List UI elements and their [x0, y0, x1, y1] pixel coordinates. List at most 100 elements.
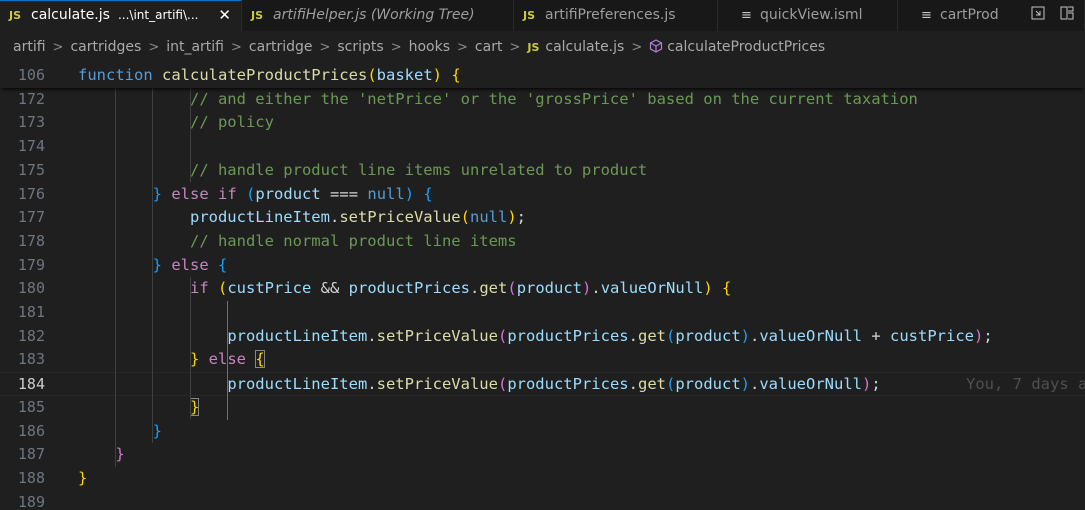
line-number: 173	[17, 113, 45, 132]
method-cube-icon	[649, 39, 663, 55]
code-line[interactable]: 180 if (custPrice && productPrices.get(p…	[0, 277, 1085, 301]
code-editor[interactable]: 106 function calculateProductPrices(baske…	[0, 64, 1085, 510]
breadcrumb-item[interactable]: cartridge	[249, 39, 313, 55]
code-line[interactable]: 183 } else {	[0, 348, 1085, 372]
split-editor-icon[interactable]	[1057, 5, 1077, 25]
variable-token: productLineItem	[189, 208, 330, 227]
bracket-token: (	[460, 208, 470, 227]
close-icon[interactable]: ✕	[218, 1, 231, 30]
indent-guide	[189, 87, 191, 183]
code-text: ===	[320, 184, 368, 203]
chevron-right-icon: >	[390, 40, 402, 55]
code-content: // policy	[78, 111, 274, 135]
code-line[interactable]: 189	[0, 491, 1085, 510]
code-line[interactable]: 188}	[0, 467, 1085, 491]
breadcrumb: artifi > cartridges > int_artifi > cartridge > s…	[0, 31, 1085, 64]
code-text: &&	[311, 279, 349, 298]
bracket-token: (	[218, 279, 228, 298]
bracket-token: )	[507, 208, 517, 227]
code-content: productLineItem.setPriceValue(productPri…	[78, 373, 881, 397]
javascript-file-icon: JS	[523, 9, 536, 22]
code-content: }	[78, 443, 124, 467]
code-line[interactable]: 182 productLineItem.setPriceValue(produc…	[0, 325, 1085, 349]
breadcrumb-item[interactable]: hooks	[409, 39, 450, 55]
tab-calculate-js[interactable]: JS calculate.js ...\int_artifi\... ✕	[0, 0, 242, 31]
code-content: // handle normal product line items	[78, 230, 517, 254]
bracket-token: }	[152, 184, 162, 203]
bracket-token: }	[189, 350, 200, 369]
indent-guide	[227, 301, 229, 420]
javascript-file-icon: JS	[9, 9, 22, 22]
line-number: 184	[17, 375, 45, 394]
bracket-token: {	[722, 279, 732, 298]
bracket-token: (	[246, 184, 256, 203]
line-number: 174	[17, 137, 45, 156]
line-number: 189	[17, 492, 45, 510]
code-line[interactable]: 174	[0, 135, 1085, 159]
code-content: productLineItem.setPriceValue(productPri…	[78, 325, 992, 349]
code-line[interactable]: 176 } else if (product === null) {	[0, 183, 1085, 207]
breadcrumb-symbol[interactable]: calculateProductPrices	[667, 39, 825, 55]
code-line[interactable]: 185 }	[0, 396, 1085, 420]
sticky-scroll-line[interactable]: 106 function calculateProductPrices(baske…	[0, 64, 1085, 88]
tab-artifihelper-js[interactable]: JS artifiHelper.js (Working Tree)	[242, 0, 514, 31]
code-line[interactable]: 179 } else {	[0, 254, 1085, 278]
code-line[interactable]: 175 // handle product line items unrelat…	[0, 159, 1085, 183]
tab-artifipreferences-js[interactable]: JS artifiPreferences.js	[514, 0, 718, 31]
line-number: 183	[17, 350, 45, 369]
code-line[interactable]: 178 // handle normal product line items	[0, 230, 1085, 254]
code-text: .	[329, 208, 340, 227]
code-line[interactable]: 177 productLineItem.setPriceValue(null);	[0, 206, 1085, 230]
variable-token: valueOrNull	[759, 375, 862, 394]
bracket-token: }	[152, 421, 162, 440]
bracket-token: (	[497, 326, 508, 345]
code-line[interactable]: 173 // policy	[0, 111, 1085, 135]
code-line[interactable]: 186 }	[0, 420, 1085, 444]
javascript-file-icon: JS	[527, 41, 540, 54]
code-content: }	[78, 420, 162, 444]
variable-token: valueOrNull	[759, 326, 862, 345]
line-number: 106	[17, 66, 45, 84]
code-content: function calculateProductPrices(basket) …	[78, 64, 461, 88]
tab-quickview-isml[interactable]: ≡ quickView.isml	[718, 0, 898, 31]
code-line[interactable]: 172 // and either the 'netPrice' or the …	[0, 88, 1085, 112]
matching-bracket: }	[189, 397, 200, 416]
code-content: } else {	[78, 348, 265, 372]
breadcrumb-item[interactable]: scripts	[337, 39, 383, 55]
breadcrumb-item[interactable]: artifi	[13, 39, 46, 55]
file-lines-icon: ≡	[741, 8, 752, 23]
breadcrumb-item[interactable]: cart	[475, 39, 503, 55]
code-content: // and either the 'netPrice' or the 'gro…	[78, 88, 918, 112]
chevron-right-icon: >	[631, 40, 643, 55]
code-line[interactable]: 181	[0, 301, 1085, 325]
control-keyword-token: else	[171, 255, 209, 274]
code-content: productLineItem.setPriceValue(null);	[78, 206, 526, 230]
breadcrumb-file[interactable]: calculate.js	[545, 39, 624, 55]
variable-token: productLineItem	[227, 326, 368, 345]
compare-changes-icon[interactable]	[1028, 5, 1048, 25]
code-line[interactable]: 187 }	[0, 443, 1085, 467]
variable-token: product	[516, 279, 583, 298]
bracket-token: (	[497, 375, 508, 394]
code-text: ;	[871, 375, 881, 394]
bracket-token: }	[152, 255, 162, 274]
bracket-token: )	[740, 375, 750, 394]
code-line[interactable]: 184 productLineItem.setPriceValue(produc…	[0, 372, 1085, 396]
line-number: 187	[17, 445, 45, 464]
bracket-token: )	[740, 326, 750, 345]
bracket-token: (	[665, 326, 676, 345]
breadcrumb-item[interactable]: int_artifi	[166, 39, 224, 55]
line-number: 188	[17, 468, 45, 487]
variable-token: productPrices	[507, 375, 629, 394]
breadcrumb-item[interactable]: cartridges	[70, 39, 141, 55]
function-token: get	[637, 326, 666, 345]
matching-bracket: {	[255, 350, 265, 369]
